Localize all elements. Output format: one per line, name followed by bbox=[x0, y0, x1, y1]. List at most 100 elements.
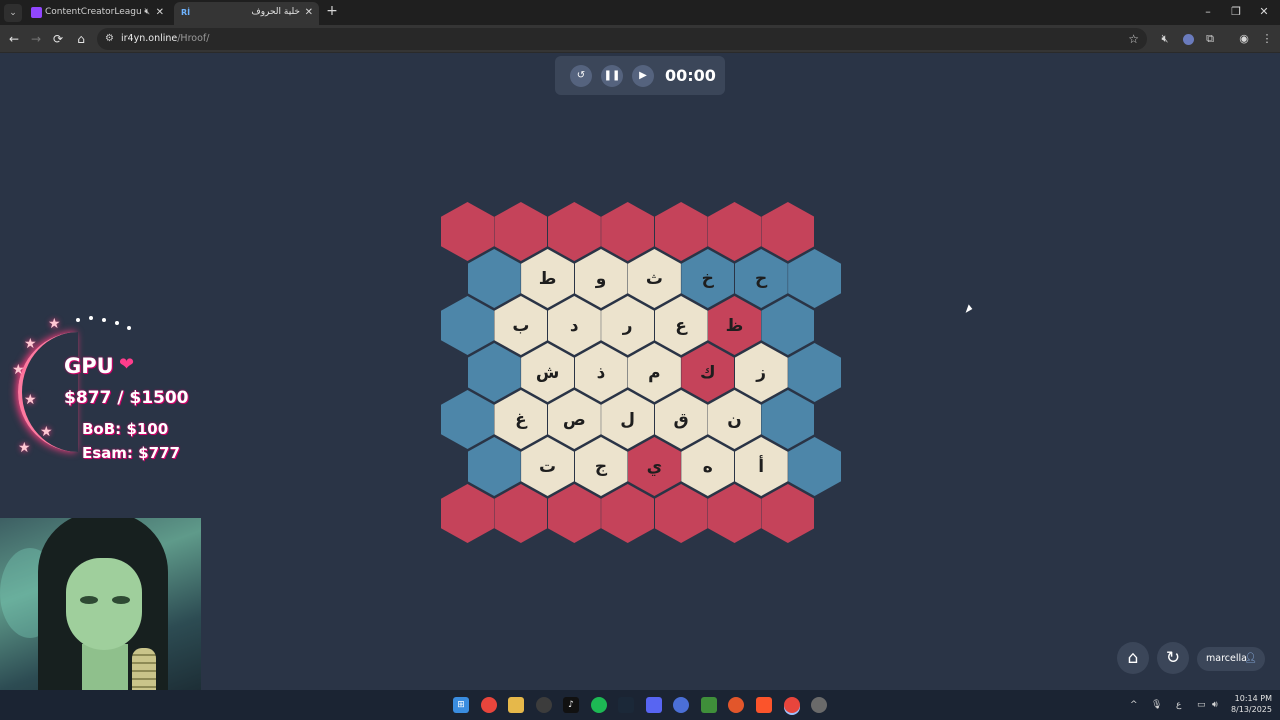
windows-start-icon[interactable]: ⊞ bbox=[453, 697, 469, 713]
brave-icon[interactable] bbox=[756, 697, 772, 713]
hex-cell[interactable] bbox=[467, 249, 521, 308]
tiktok-icon[interactable]: ♪ bbox=[563, 697, 579, 713]
hex-cell[interactable]: ذ bbox=[574, 343, 628, 402]
refresh-icon: ↻ bbox=[1165, 648, 1181, 668]
file-explorer-icon[interactable] bbox=[508, 697, 524, 713]
hex-cell[interactable] bbox=[788, 437, 842, 496]
donor-bob: BoB: $100 bbox=[82, 420, 169, 438]
hex-cell[interactable] bbox=[601, 484, 655, 543]
app-icon[interactable] bbox=[673, 697, 689, 713]
user-icon: 👤︎ bbox=[1244, 653, 1257, 664]
hex-letter: ه bbox=[702, 456, 713, 477]
gpu-goal-value: $877 / $1500 bbox=[64, 388, 189, 408]
hex-cell[interactable]: ل bbox=[601, 390, 655, 449]
hex-cell[interactable]: خ bbox=[681, 249, 735, 308]
hex-cell[interactable]: ت bbox=[521, 437, 575, 496]
hex-letter: ك bbox=[700, 362, 716, 383]
hex-cell[interactable]: ر bbox=[601, 296, 655, 355]
clock-date: 8/13/2025 bbox=[1230, 705, 1272, 714]
hex-letter: ر bbox=[622, 315, 633, 336]
hex-cell[interactable]: ج bbox=[574, 437, 628, 496]
hex-cell[interactable] bbox=[547, 484, 601, 543]
hex-cell[interactable] bbox=[788, 249, 842, 308]
hex-cell[interactable] bbox=[601, 202, 655, 261]
hex-letter: ز bbox=[756, 362, 767, 383]
hex-cell[interactable] bbox=[788, 343, 842, 402]
notes-icon[interactable] bbox=[701, 697, 717, 713]
donation-overlay: ★ ★ ★ ★ ★ ★ GPU ❤ $877 / $1500 BoB: $100… bbox=[0, 310, 200, 470]
sparkle-dot bbox=[76, 318, 80, 322]
discord-icon[interactable] bbox=[646, 697, 662, 713]
language-icon[interactable]: ع bbox=[1176, 697, 1181, 713]
hex-cell[interactable]: ط bbox=[521, 249, 575, 308]
hex-cell[interactable] bbox=[467, 343, 521, 402]
network-icon[interactable]: ▭ bbox=[1197, 697, 1206, 713]
sparkle-dot bbox=[102, 318, 106, 322]
hex-cell[interactable] bbox=[441, 484, 494, 543]
hex-cell[interactable] bbox=[761, 390, 815, 449]
hex-letter: أ bbox=[758, 456, 765, 477]
home-button[interactable]: ⌂ bbox=[1117, 642, 1149, 674]
hex-cell[interactable] bbox=[708, 484, 761, 543]
sparkle-dot bbox=[89, 316, 93, 320]
hex-cell[interactable] bbox=[547, 202, 601, 261]
hex-cell[interactable]: ث bbox=[627, 249, 681, 308]
hex-cell[interactable]: ظ bbox=[708, 296, 761, 355]
app-red-icon[interactable] bbox=[728, 697, 744, 713]
hex-cell[interactable]: أ bbox=[734, 437, 788, 496]
microphone-icon[interactable]: 🎙︎ bbox=[1151, 697, 1162, 713]
hex-cell[interactable]: غ bbox=[494, 390, 548, 449]
hex-cell[interactable]: ي bbox=[627, 437, 681, 496]
hex-cell[interactable] bbox=[441, 202, 494, 261]
hex-cell[interactable]: ز bbox=[734, 343, 788, 402]
hex-cell[interactable]: ب bbox=[494, 296, 548, 355]
spotify-icon[interactable] bbox=[591, 697, 607, 713]
webcam-avatar-illustration bbox=[0, 518, 201, 690]
hex-cell[interactable] bbox=[441, 390, 494, 449]
hex-letter: ي bbox=[646, 456, 663, 477]
hex-cell[interactable]: ع bbox=[654, 296, 708, 355]
volume-icon[interactable]: 🔊︎ bbox=[1212, 697, 1218, 713]
hex-cell[interactable] bbox=[654, 202, 708, 261]
hex-cell[interactable] bbox=[761, 296, 815, 355]
heart-icon: ❤ bbox=[119, 354, 135, 375]
hex-cell[interactable]: ه bbox=[681, 437, 735, 496]
sparkle-star-icon: ★ bbox=[24, 336, 37, 352]
hex-letter: ب bbox=[512, 315, 530, 336]
settings-gear-icon[interactable] bbox=[811, 697, 827, 713]
hex-cell[interactable]: ح bbox=[734, 249, 788, 308]
steam-icon[interactable] bbox=[618, 697, 634, 713]
hex-cell[interactable]: ق bbox=[654, 390, 708, 449]
hex-cell[interactable] bbox=[761, 202, 815, 261]
avatar-eye bbox=[80, 596, 98, 604]
hex-cell[interactable] bbox=[654, 484, 708, 543]
user-button[interactable]: marcella 👤︎ bbox=[1197, 647, 1265, 671]
hex-cell[interactable] bbox=[761, 484, 815, 543]
chrome-icon[interactable] bbox=[481, 697, 497, 713]
hex-cell[interactable] bbox=[708, 202, 761, 261]
hex-letter: ذ bbox=[596, 362, 606, 383]
sparkle-dot bbox=[127, 326, 131, 330]
hex-cell[interactable] bbox=[494, 202, 548, 261]
donor-esam: Esam: $777 bbox=[82, 444, 180, 462]
obs-icon[interactable] bbox=[536, 697, 552, 713]
windows-taskbar: ⊞ ♪ ^ 🎙︎ ع ▭ 🔊︎ bbox=[0, 690, 1280, 720]
avatar-eye bbox=[112, 596, 130, 604]
avatar-face bbox=[66, 558, 142, 650]
hex-cell[interactable]: ص bbox=[547, 390, 601, 449]
hex-cell[interactable]: و bbox=[574, 249, 628, 308]
hex-cell[interactable] bbox=[467, 437, 521, 496]
hex-cell[interactable] bbox=[441, 296, 494, 355]
tray-chevron-icon[interactable]: ^ bbox=[1130, 697, 1138, 713]
hex-cell[interactable]: ش bbox=[521, 343, 575, 402]
hex-cell[interactable]: ك bbox=[681, 343, 735, 402]
hex-letter: ن bbox=[727, 409, 742, 430]
hex-letter: و bbox=[595, 268, 607, 289]
chrome-active-icon[interactable] bbox=[784, 697, 800, 713]
hex-cell[interactable]: م bbox=[627, 343, 681, 402]
refresh-button[interactable]: ↻ bbox=[1157, 642, 1189, 674]
hex-cell[interactable]: د bbox=[547, 296, 601, 355]
hex-cell[interactable]: ن bbox=[708, 390, 761, 449]
hex-cell[interactable] bbox=[494, 484, 548, 543]
hex-letter: ظ bbox=[725, 315, 744, 336]
